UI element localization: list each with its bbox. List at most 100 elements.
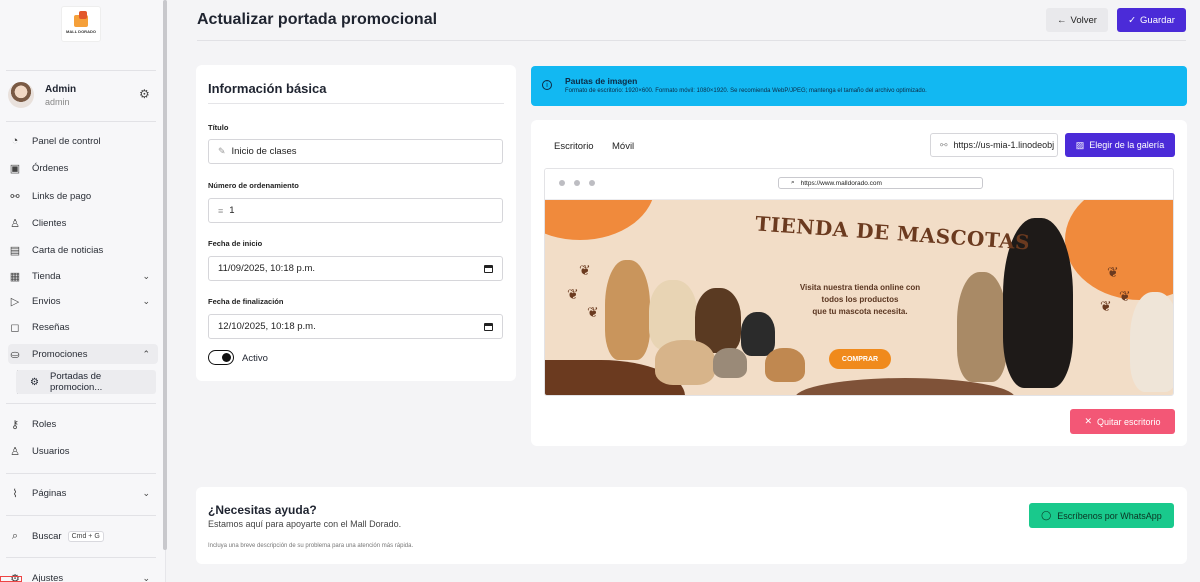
sidebar-item-payment-links[interactable]: ⚯ Links de pago (8, 186, 158, 206)
help-card: ¿Necesitas ayuda? Estamos aquí para apoy… (196, 487, 1187, 564)
sidebar-item-roles[interactable]: ⚷ Roles (8, 414, 158, 434)
pencil-icon: ✎ (218, 146, 226, 156)
guidelines-text: Formato de escritorio: 1920×600. Formato… (565, 88, 927, 94)
whatsapp-button-label: Escríbenos por WhatsApp (1057, 510, 1162, 521)
banner-line: Visita nuestra tienda online con (799, 283, 921, 292)
dashboard-icon: ◔ (11, 135, 19, 147)
sidebar-item-label: Roles (32, 418, 57, 430)
sidebar-item-label: Buscar (32, 530, 62, 542)
image-url-input[interactable]: ⚯ https://us-mia-1.linodeobj (930, 133, 1058, 157)
save-button-label: Guardar (1140, 14, 1175, 26)
logo-mark (74, 10, 88, 27)
divider (6, 121, 156, 122)
browser-mockup: ⌕ https://www.malldorado.com ❦ ❦ ❦ ❦ ❦ ❦ … (544, 168, 1174, 396)
sidebar: MALL DORADO Admin admin ⚙ ◔ Panel de cont… (0, 0, 166, 582)
list-icon: ≡ (218, 205, 224, 216)
sidebar-item-promo-covers[interactable]: ⚙ Portadas de promocion... (16, 370, 156, 394)
chevron-down-icon: ⌄ (142, 295, 150, 306)
user-role: admin (45, 97, 70, 107)
sidebar-item-pages[interactable]: ⌇ Páginas ⌄ (8, 483, 158, 503)
window-dot (589, 180, 595, 186)
cat-image (1130, 292, 1173, 392)
sidebar-item-search[interactable]: ⌕ Buscar Cmd + G (8, 526, 158, 546)
header-divider (197, 40, 1186, 41)
promo-banner-image: ❦ ❦ ❦ ❦ ❦ ❦ TIENDA DE MASCOTAS Visita nu… (545, 200, 1173, 395)
active-toggle[interactable] (208, 350, 234, 365)
chevron-down-icon: ⌄ (142, 572, 150, 582)
divider (6, 403, 156, 404)
sidebar-item-newsletter[interactable]: ▤ Carta de noticias (8, 240, 158, 260)
banner-buy-button: COMPRAR (829, 349, 891, 369)
sidebar-item-panel[interactable]: ◔ Panel de control (8, 131, 158, 151)
save-button[interactable]: ✓ Guardar (1117, 8, 1186, 32)
banner-shape (545, 200, 655, 240)
link-icon: ⚯ (940, 139, 948, 150)
sidebar-item-label: Carta de noticias (32, 244, 104, 256)
sidebar-item-orders[interactable]: ▣ Órdenes (8, 158, 158, 178)
calendar-icon[interactable] (484, 322, 493, 331)
sidebar-item-clients[interactable]: ♙ Clientes (8, 213, 158, 233)
sidebar-item-shipping[interactable]: ▷ Envios ⌄ (8, 291, 158, 311)
back-button[interactable]: ← Volver (1046, 8, 1108, 32)
chat-icon: ◻ (10, 321, 20, 334)
brand-logo[interactable]: MALL DORADO (61, 6, 101, 42)
gift-icon: ▣ (9, 162, 21, 175)
sidebar-item-settings[interactable]: ⚙ Ajustes ⌄ (8, 568, 158, 582)
help-title: ¿Necesitas ayuda? (208, 503, 317, 517)
avatar (8, 82, 34, 108)
banner-line: todos los productos (821, 295, 899, 304)
banner-shape (1065, 200, 1173, 300)
rabbit-image (655, 340, 715, 385)
start-date-label: Fecha de inicio (208, 239, 263, 248)
help-subtitle: Estamos aquí para apoyarte con el Mall D… (208, 519, 402, 529)
sidebar-item-label: Panel de control (32, 135, 101, 147)
tab-desktop[interactable]: Escritorio (554, 141, 594, 152)
banner-title: TIENDA DE MASCOTAS (754, 211, 1031, 255)
paw-icon: ❦ (1119, 288, 1131, 304)
sidebar-item-label: Órdenes (32, 162, 69, 174)
sidebar-item-users[interactable]: ♙ Usuarios (8, 441, 158, 461)
title-field[interactable]: ✎ Inicio de clases (208, 139, 503, 164)
sidebar-item-label: Ajustes (32, 572, 64, 582)
remove-desktop-button[interactable]: ✕ Quitar escritorio (1070, 409, 1175, 434)
guidelines-title: Pautas de imagen (565, 76, 638, 86)
card-title: Información básica (208, 81, 327, 96)
end-date-value: 12/10/2025, 10:18 p.m. (218, 321, 316, 332)
user-icon: ♙ (10, 217, 20, 230)
sidebar-item-store[interactable]: ▦ Tienda ⌄ (8, 266, 158, 286)
status-marker (0, 576, 22, 582)
tab-mobile[interactable]: Móvil (612, 141, 634, 152)
basic-info-card: Información básica Título ✎ Inicio de cla… (196, 65, 516, 381)
calendar-icon[interactable] (484, 264, 493, 273)
kitten-image (741, 312, 775, 356)
key-icon: ⚷ (10, 418, 20, 431)
title-label: Título (208, 123, 229, 132)
divider (6, 557, 156, 558)
divider (208, 103, 504, 104)
gear-icon[interactable]: ⚙ (139, 87, 150, 101)
arrow-left-icon: ← (1057, 14, 1067, 26)
divider (6, 473, 156, 474)
choose-from-gallery-button[interactable]: ▨ Elegir de la galería (1065, 133, 1175, 157)
start-date-field[interactable]: 11/09/2025, 10:18 p.m. (208, 256, 503, 281)
guinea-pig-image (765, 348, 805, 382)
sidebar-item-label: Clientes (32, 217, 67, 229)
sidebar-scrollbar[interactable] (163, 0, 167, 550)
gallery-button-label: Elegir de la galería (1089, 140, 1165, 150)
title-value: Inicio de clases (231, 146, 297, 157)
back-button-label: Volver (1070, 14, 1097, 26)
kitten-image (713, 348, 747, 378)
chevron-down-icon: ⌄ (142, 487, 150, 498)
help-note: Incluya una breve descripción de su prob… (208, 543, 414, 549)
user-profile[interactable]: Admin admin ⚙ (8, 82, 158, 112)
banner-line: que tu mascota necesita. (812, 307, 908, 316)
sidebar-item-promotions[interactable]: ⛀ Promociones ⌃ (8, 344, 158, 364)
banner-text: Visita nuestra tienda online con todos l… (775, 282, 945, 318)
order-field[interactable]: ≡ 1 (208, 198, 503, 223)
end-date-field[interactable]: 12/10/2025, 10:18 p.m. (208, 314, 503, 339)
chevron-down-icon: ⌄ (142, 270, 150, 281)
chat-bubble-icon: ◯ (1041, 510, 1052, 520)
sidebar-item-reviews[interactable]: ◻ Reseñas (8, 317, 158, 337)
active-label: Activo (242, 353, 268, 364)
whatsapp-button[interactable]: ◯ Escríbenos por WhatsApp (1029, 503, 1174, 528)
